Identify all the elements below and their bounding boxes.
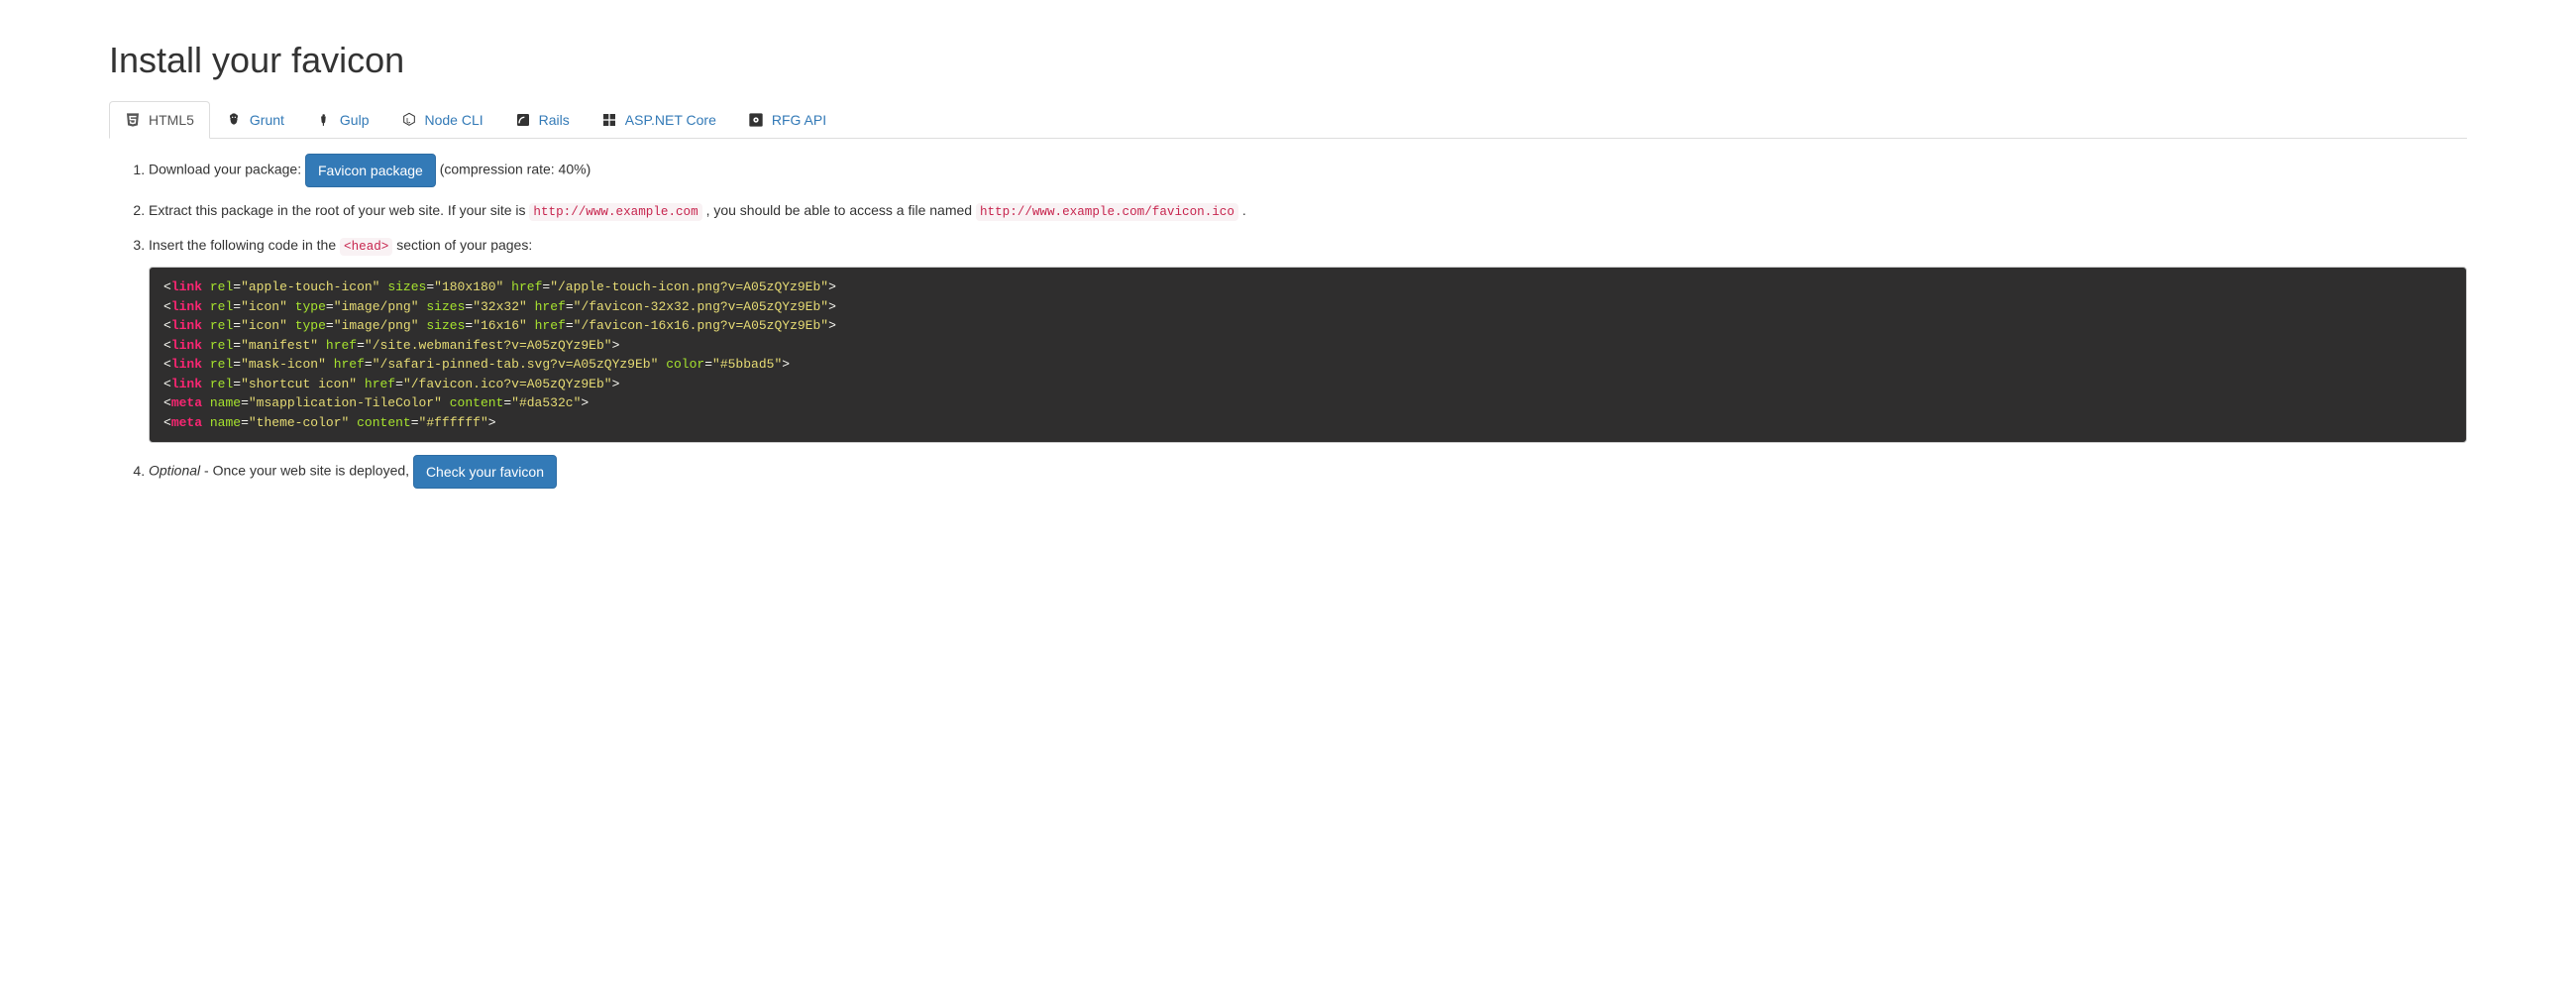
instruction-list: Download your package: Favicon package (… xyxy=(109,154,2467,489)
step-insert-code: Insert the following code in the <head> … xyxy=(149,234,2467,443)
html5-icon xyxy=(125,112,141,128)
tab-list: HTML5 Grunt Gulp Node CLI xyxy=(109,101,2467,139)
step-text: , you should be able to access a file na… xyxy=(706,202,976,218)
favicon-url-code: http://www.example.com/favicon.ico xyxy=(976,203,1238,221)
tab-html5[interactable]: HTML5 xyxy=(109,101,210,139)
step-text: Extract this package in the root of your… xyxy=(149,202,529,218)
head-code: <head> xyxy=(340,238,392,256)
tab-label: HTML5 xyxy=(149,112,194,128)
page-title: Install your favicon xyxy=(109,40,2467,81)
tab-aspnet-core[interactable]: ASP.NET Core xyxy=(586,101,732,139)
tab-label: RFG API xyxy=(772,112,826,128)
step-text: . xyxy=(1242,202,1246,218)
tab-label: Node CLI xyxy=(425,112,483,128)
tab-node-cli[interactable]: Node CLI xyxy=(385,101,499,139)
step-text: (compression rate: 40%) xyxy=(440,162,591,177)
check-favicon-button[interactable]: Check your favicon xyxy=(413,455,557,489)
windows-icon xyxy=(601,112,617,128)
tab-rfg-api[interactable]: RFG API xyxy=(732,101,842,139)
tab-label: ASP.NET Core xyxy=(625,112,716,128)
rails-icon xyxy=(515,112,531,128)
gulp-icon xyxy=(316,112,332,128)
step-text: Insert the following code in the xyxy=(149,237,340,253)
step-extract: Extract this package in the root of your… xyxy=(149,199,2467,222)
code-snippet[interactable]: <link rel="apple-touch-icon" sizes="180x… xyxy=(149,267,2467,443)
tab-label: Rails xyxy=(539,112,570,128)
optional-label: Optional xyxy=(149,463,200,479)
step-text: Download your package: xyxy=(149,162,305,177)
favicon-package-button[interactable]: Favicon package xyxy=(305,154,436,187)
nodejs-icon xyxy=(401,112,417,128)
step-text: - Once your web site is deployed, xyxy=(204,463,413,479)
tab-label: Gulp xyxy=(340,112,370,128)
tab-label: Grunt xyxy=(250,112,284,128)
example-url-code: http://www.example.com xyxy=(529,203,701,221)
tab-grunt[interactable]: Grunt xyxy=(210,101,300,139)
rfg-api-icon xyxy=(748,112,764,128)
tab-rails[interactable]: Rails xyxy=(499,101,586,139)
step-text: section of your pages: xyxy=(396,237,532,253)
grunt-icon xyxy=(226,112,242,128)
step-download: Download your package: Favicon package (… xyxy=(149,154,2467,187)
tab-gulp[interactable]: Gulp xyxy=(300,101,385,139)
step-check: Optional - Once your web site is deploye… xyxy=(149,455,2467,489)
